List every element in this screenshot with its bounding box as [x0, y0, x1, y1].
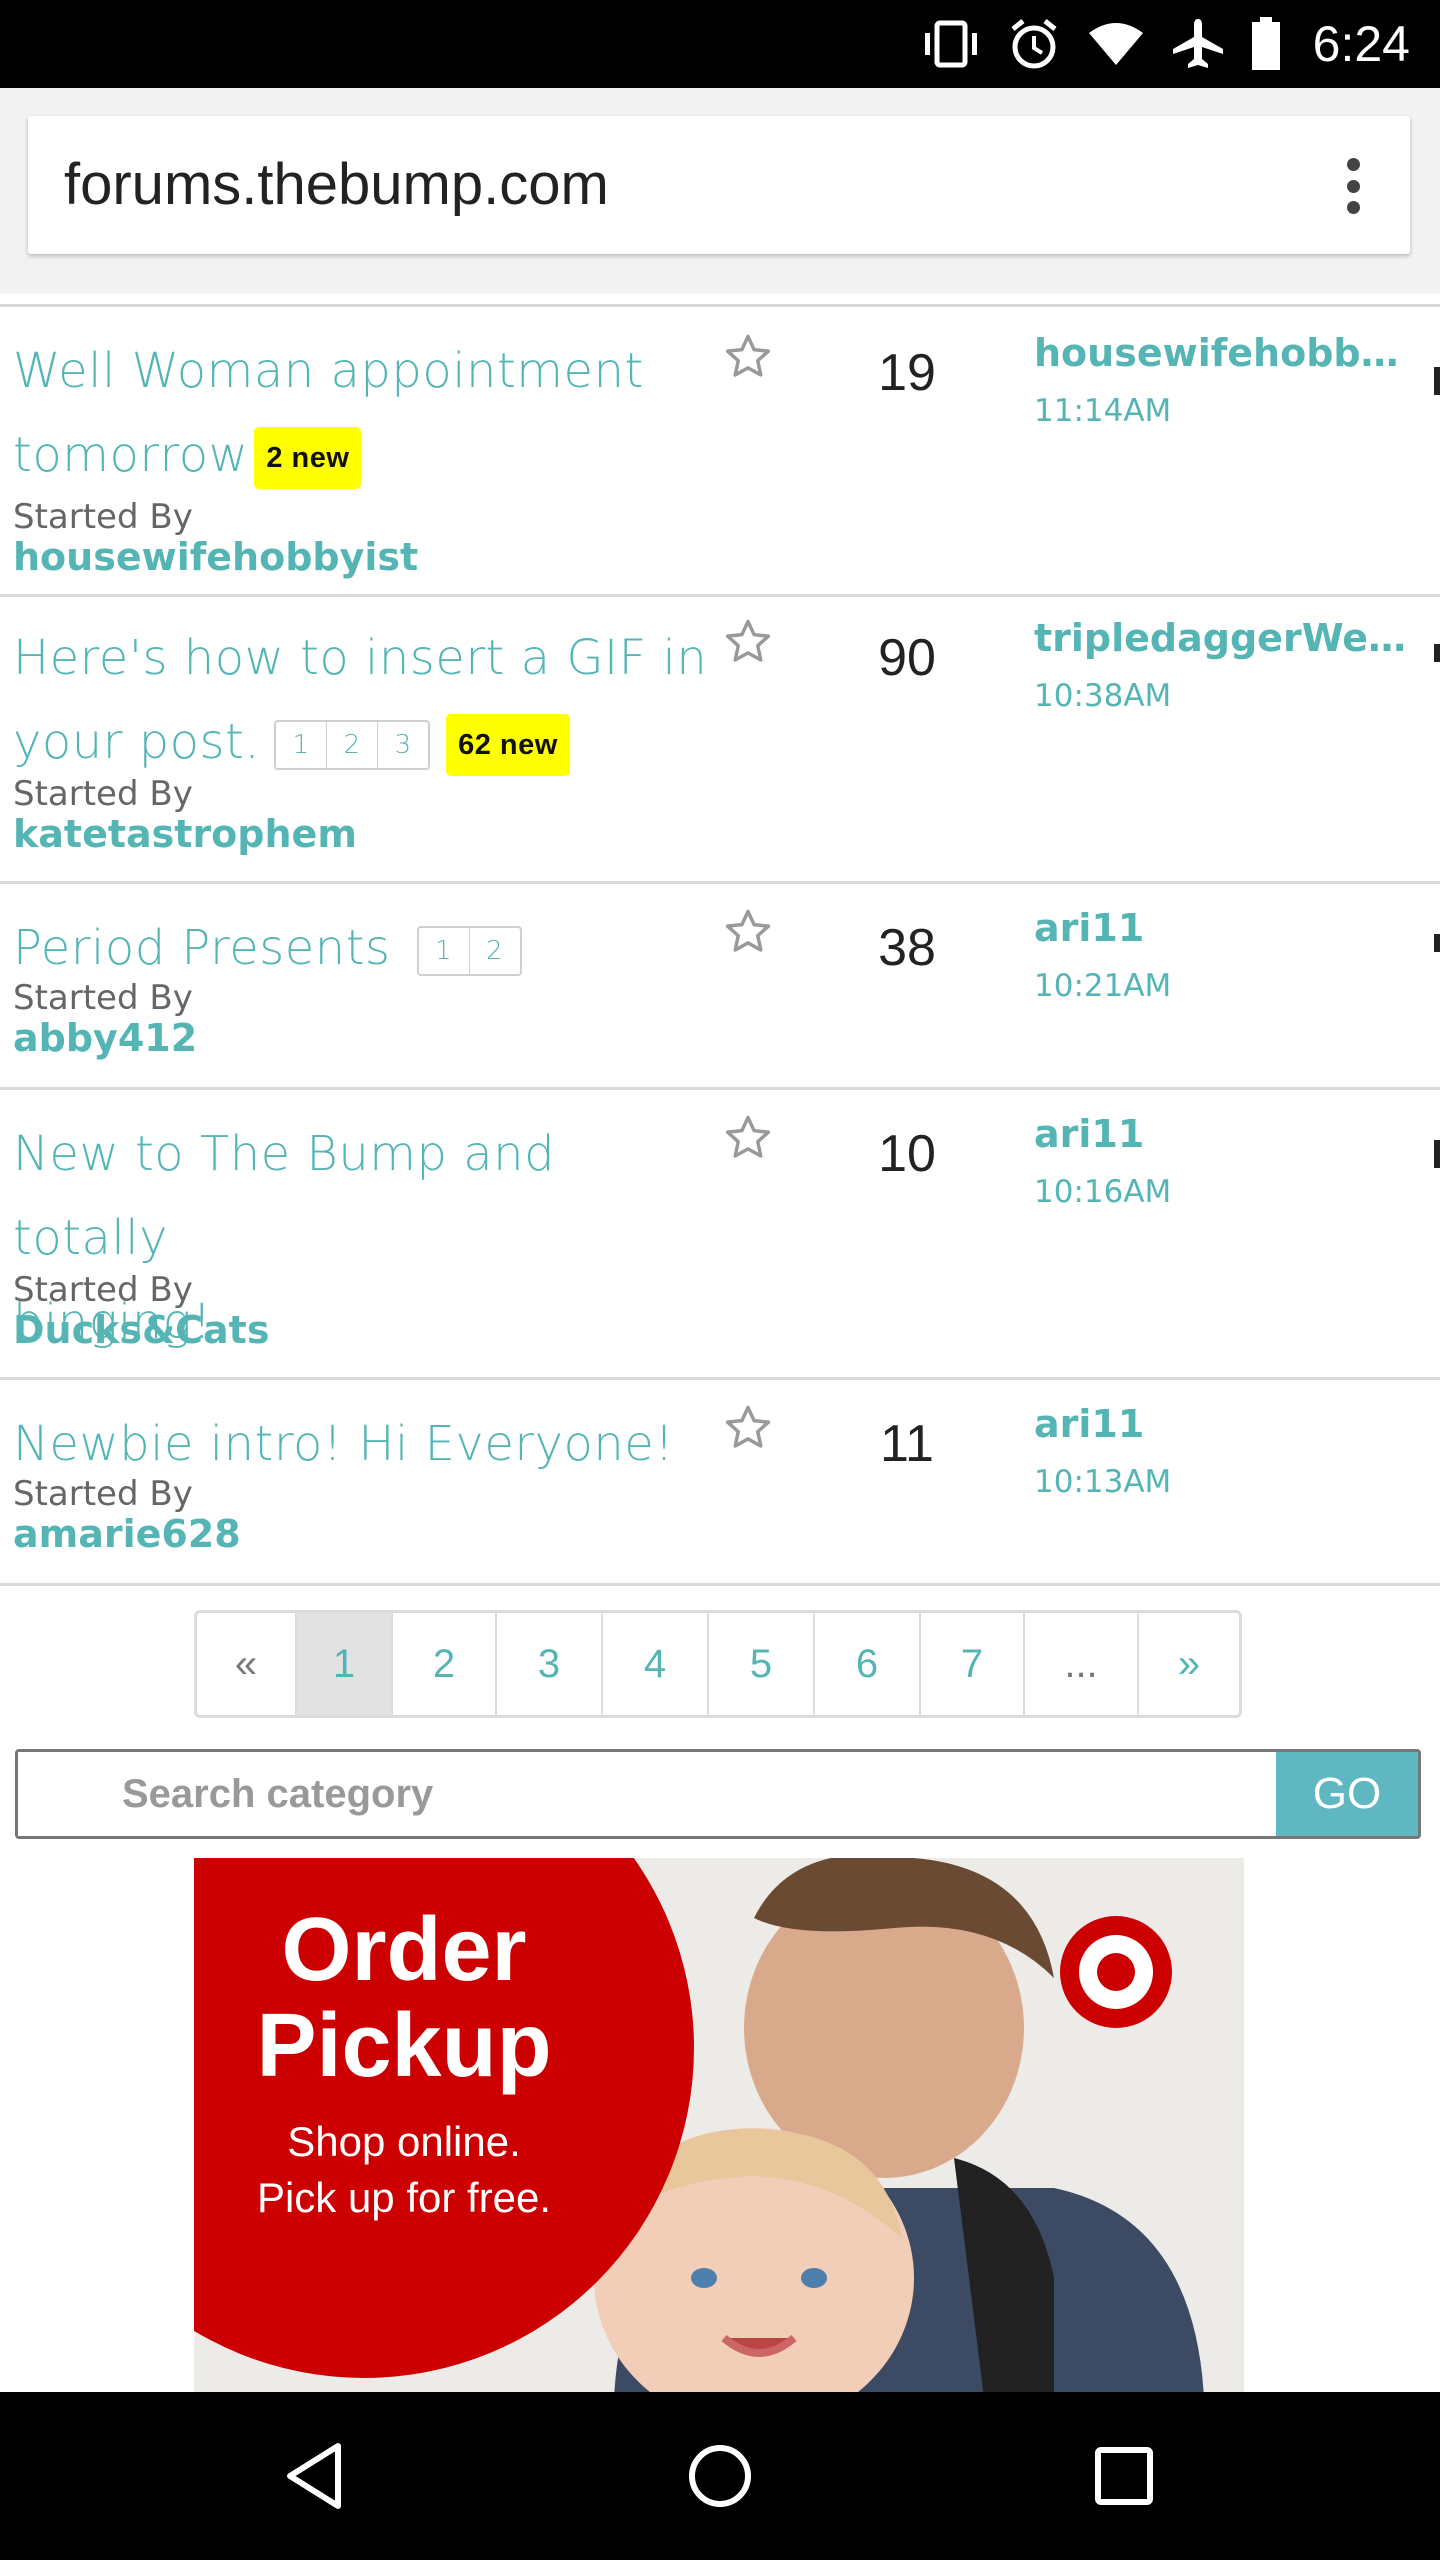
last-post-user[interactable]: tripledaggerWed9... [1034, 616, 1414, 660]
browser-toolbar: forums.thebump.com [0, 88, 1440, 294]
thread-row: Here's how to insert a GIF in your post.… [0, 594, 1440, 884]
pagination-ellipsis: ... [1025, 1613, 1139, 1715]
thread-row: Well Woman appointment tomorrow 2 new Sta… [0, 304, 1440, 597]
thread-page-link[interactable]: 2 [327, 722, 379, 768]
pagination-next[interactable]: » [1139, 1613, 1239, 1715]
pagination-prev[interactable]: « [197, 1613, 297, 1715]
started-by-label: Started By [13, 774, 193, 814]
thread-author[interactable]: Ducks&Cats [13, 1308, 269, 1352]
truncated-column-edge [1434, 367, 1440, 395]
home-icon[interactable] [680, 2436, 760, 2516]
recents-icon[interactable] [1084, 2436, 1164, 2516]
battery-icon [1251, 17, 1280, 70]
thread-row: New to The Bump and totally binging! Sta… [0, 1090, 1440, 1380]
last-post-user[interactable]: ari11 [1034, 1402, 1414, 1446]
thread-row: Period Presents 1 2 Started By abby412 38 … [0, 884, 1440, 1090]
ad-subline: Shop online. Pick up for free. [256, 2118, 552, 2221]
thread-page-links: 123 [274, 720, 431, 770]
last-post-user[interactable]: housewifehobbyist [1034, 331, 1414, 375]
last-post-user[interactable]: ari11 [1034, 906, 1414, 950]
new-posts-badge[interactable]: 62 new [446, 714, 570, 776]
reply-count: 38 [878, 919, 936, 977]
started-by-label: Started By [13, 1270, 193, 1310]
pagination-page-4[interactable]: 4 [603, 1613, 709, 1715]
thread-row: Newbie intro! Hi Everyone! Started By am… [0, 1380, 1440, 1586]
last-post-time: 11:14AM [1034, 393, 1172, 429]
last-post-user[interactable]: ari11 [1034, 1112, 1414, 1156]
truncated-column-edge [1434, 644, 1440, 662]
last-post-time: 10:38AM [1034, 678, 1172, 714]
search-category-form: GO [15, 1749, 1421, 1839]
thread-page-link[interactable]: 2 [470, 928, 520, 974]
last-post-time: 10:13AM [1034, 1464, 1172, 1500]
vibrate-icon [924, 20, 977, 68]
thread-author[interactable]: abby412 [13, 1016, 197, 1060]
truncated-column-edge [1434, 1140, 1440, 1168]
thread-page-link[interactable]: 3 [378, 722, 428, 768]
overflow-menu-icon[interactable] [1346, 158, 1360, 214]
last-post-time: 10:16AM [1034, 1174, 1172, 1210]
favorite-star-icon[interactable] [722, 616, 774, 668]
started-by-label: Started By [13, 978, 193, 1018]
started-by-label: Started By [13, 1474, 193, 1514]
favorite-star-icon[interactable] [722, 906, 774, 958]
pagination-page-7[interactable]: 7 [921, 1613, 1025, 1715]
target-logo-icon [1060, 1916, 1172, 2028]
truncated-column-edge [1434, 934, 1440, 952]
reply-count: 11 [880, 1415, 934, 1473]
favorite-star-icon[interactable] [722, 1112, 774, 1164]
thread-page-links: 12 [416, 926, 522, 976]
url-text[interactable]: forums.thebump.com [64, 116, 609, 254]
target-ad-banner[interactable]: Order Pickup Shop online. Pick up for free… [194, 1858, 1244, 2392]
thread-page-link[interactable]: 1 [419, 928, 470, 974]
wifi-icon [1088, 23, 1143, 65]
pagination: « 1 2 3 4 5 6 7 ... » [194, 1610, 1242, 1718]
pagination-page-6[interactable]: 6 [815, 1613, 921, 1715]
airplane-icon [1172, 19, 1223, 68]
thread-author[interactable]: housewifehobbyist [13, 535, 418, 579]
android-nav-bar [0, 2392, 1440, 2560]
reply-count: 19 [878, 344, 936, 402]
started-by-label: Started By [13, 497, 193, 537]
favorite-star-icon[interactable] [722, 331, 774, 383]
pagination-page-3[interactable]: 3 [497, 1613, 603, 1715]
pagination-page-2[interactable]: 2 [393, 1613, 497, 1715]
thread-title[interactable]: Here's how to insert a GIF in your post.… [13, 616, 713, 784]
ad-headline: Order Pickup [256, 1900, 552, 2096]
thread-author[interactable]: katetastrophem [13, 812, 357, 856]
thread-page-link[interactable]: 1 [276, 722, 328, 768]
url-bar[interactable]: forums.thebump.com [28, 116, 1410, 254]
reply-count: 90 [878, 629, 936, 687]
search-category-input[interactable] [18, 1752, 1278, 1836]
reply-count: 10 [878, 1125, 936, 1183]
clock-time: 6:24 [1312, 16, 1410, 72]
new-posts-badge[interactable]: 2 new [254, 427, 362, 489]
go-button[interactable]: GO [1276, 1752, 1418, 1836]
forum-thread-list: Well Woman appointment tomorrow 2 new Sta… [0, 294, 1440, 2392]
pagination-page-1[interactable]: 1 [297, 1613, 393, 1715]
back-icon[interactable] [276, 2436, 356, 2516]
favorite-star-icon[interactable] [722, 1402, 774, 1454]
alarm-icon [1011, 19, 1057, 69]
pagination-page-5[interactable]: 5 [709, 1613, 815, 1715]
status-bar: 6:24 [0, 0, 1440, 88]
last-post-time: 10:21AM [1034, 968, 1172, 1004]
thread-title[interactable]: Well Woman appointment tomorrow 2 new [13, 329, 713, 497]
thread-author[interactable]: amarie628 [13, 1512, 241, 1556]
